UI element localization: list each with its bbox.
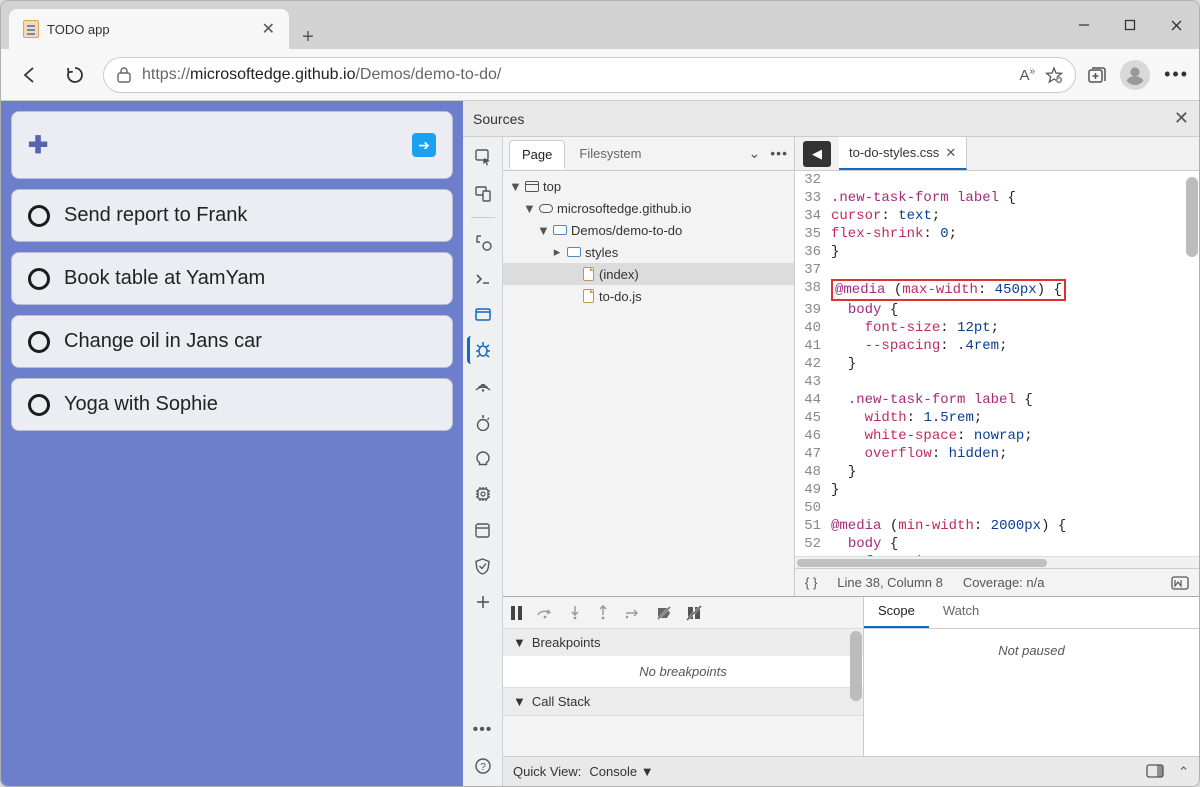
- plus-icon: ✚: [28, 131, 48, 160]
- editor-scrollbar-h[interactable]: [795, 556, 1199, 568]
- editor-scrollbar[interactable]: [1186, 177, 1198, 257]
- debug-toolbar: [503, 597, 863, 629]
- security-icon[interactable]: [469, 552, 497, 580]
- task-item[interactable]: Yoga with Sophie: [11, 378, 453, 431]
- dock-side-icon[interactable]: [1146, 764, 1164, 780]
- new-task-card[interactable]: ✚ ➔: [11, 111, 453, 179]
- tree-row-js[interactable]: to-do.js: [503, 285, 794, 307]
- window-minimize-button[interactable]: [1061, 1, 1107, 49]
- debugger-panel: ▼Breakpoints No breakpoints ▼Call Stack: [503, 597, 864, 756]
- callstack-section-header[interactable]: ▼Call Stack: [503, 688, 863, 715]
- submit-task-button[interactable]: ➔: [412, 133, 436, 157]
- device-emulation-icon[interactable]: [469, 179, 497, 207]
- read-aloud-icon[interactable]: A»: [1020, 66, 1036, 84]
- quick-view-selector[interactable]: Console ▼: [589, 764, 653, 779]
- devtools-header: Sources ✕: [463, 101, 1199, 137]
- tree-row-path[interactable]: ▼Demos/demo-to-do: [503, 219, 794, 241]
- browser-toolbar: https://microsoftedge.github.io/Demos/de…: [1, 49, 1199, 101]
- navigator-tab-filesystem[interactable]: Filesystem: [567, 140, 653, 167]
- url-text: https://microsoftedge.github.io/Demos/de…: [142, 66, 1010, 84]
- source-editor: ◀ to-do-styles.css✕ 32 33.new-task-form …: [795, 137, 1199, 596]
- favorite-icon[interactable]: [1045, 66, 1063, 84]
- pause-on-exceptions-icon[interactable]: [686, 605, 702, 621]
- task-item[interactable]: Send report to Frank: [11, 189, 453, 242]
- task-item[interactable]: Book table at YamYam: [11, 252, 453, 305]
- pause-icon[interactable]: [511, 606, 522, 620]
- tree-row-domain[interactable]: ▼microsoftedge.github.io: [503, 197, 794, 219]
- quick-view-bar: Quick View: Console ▼ ⌃: [503, 756, 1199, 786]
- sources-icon[interactable]: [469, 300, 497, 328]
- breakpoints-section-header[interactable]: ▼Breakpoints: [503, 629, 863, 656]
- devtools-activity-bar: ••• ?: [463, 137, 503, 786]
- devtools-close-icon[interactable]: ✕: [1174, 108, 1189, 129]
- application-icon[interactable]: [469, 516, 497, 544]
- deactivate-breakpoints-icon[interactable]: [656, 605, 672, 621]
- watch-tab[interactable]: Watch: [929, 597, 993, 628]
- performance-insights-icon[interactable]: [469, 444, 497, 472]
- tab-title: TODO app: [47, 22, 254, 37]
- checkbox-icon[interactable]: [28, 394, 50, 416]
- inspect-icon[interactable]: [469, 143, 497, 171]
- expand-drawer-icon[interactable]: ⌃: [1178, 764, 1189, 780]
- chevron-down-icon[interactable]: ⌄: [749, 145, 761, 162]
- page-content: ✚ ➔ Send report to Frank Book table at Y…: [1, 101, 463, 786]
- scope-not-paused: Not paused: [864, 629, 1199, 756]
- refresh-button[interactable]: [57, 57, 93, 93]
- performance-icon[interactable]: [469, 408, 497, 436]
- scope-tab[interactable]: Scope: [864, 597, 929, 628]
- rail-overflow-icon[interactable]: •••: [469, 716, 497, 744]
- memory-icon[interactable]: [469, 480, 497, 508]
- debugger-icon[interactable]: [467, 336, 495, 364]
- editor-back-button[interactable]: ◀: [803, 141, 831, 167]
- code-editor[interactable]: 32 33.new-task-form label {34cursor: tex…: [795, 171, 1199, 556]
- elements-icon[interactable]: [469, 228, 497, 256]
- help-icon[interactable]: ?: [469, 752, 497, 780]
- browser-tab[interactable]: TODO app ✕: [9, 9, 289, 49]
- console-icon[interactable]: [469, 264, 497, 292]
- tree-row-styles[interactable]: ▸styles: [503, 241, 794, 263]
- collections-icon[interactable]: [1086, 65, 1106, 85]
- menu-icon[interactable]: •••: [1164, 64, 1189, 85]
- checkbox-icon[interactable]: [28, 268, 50, 290]
- close-file-icon[interactable]: ✕: [945, 145, 956, 161]
- tab-favicon: [23, 20, 39, 38]
- address-bar[interactable]: https://microsoftedge.github.io/Demos/de…: [103, 57, 1076, 93]
- quick-view-label: Quick View:: [513, 764, 581, 779]
- window-close-button[interactable]: [1153, 1, 1199, 49]
- window-controls: [1061, 1, 1199, 49]
- navigator-more-icon[interactable]: •••: [770, 145, 788, 162]
- devtools-panel: Sources ✕: [463, 101, 1199, 786]
- step-icon[interactable]: [624, 606, 642, 620]
- task-item[interactable]: Change oil in Jans car: [11, 315, 453, 368]
- breakpoints-empty: No breakpoints: [503, 656, 863, 687]
- devtools-panel-title: Sources: [473, 111, 1174, 127]
- more-tools-icon[interactable]: [469, 588, 497, 616]
- tree-row-index[interactable]: (index): [503, 263, 794, 285]
- step-over-icon[interactable]: [536, 606, 554, 620]
- editor-statusline: { } Line 38, Column 8 Coverage: n/a: [795, 568, 1199, 596]
- checkbox-icon[interactable]: [28, 205, 50, 227]
- step-out-icon[interactable]: [596, 605, 610, 621]
- window-maximize-button[interactable]: [1107, 1, 1153, 49]
- sources-navigator: Page Filesystem ⌄ ••• ▼top ▼microsoftedge…: [503, 137, 795, 596]
- tree-row-top[interactable]: ▼top: [503, 175, 794, 197]
- navigator-tab-page[interactable]: Page: [509, 140, 565, 169]
- pretty-print-icon[interactable]: { }: [805, 575, 817, 590]
- browser-titlebar: TODO app ✕ +: [1, 1, 1199, 49]
- profile-avatar[interactable]: [1120, 60, 1150, 90]
- svg-text:?: ?: [480, 762, 486, 773]
- checkbox-icon[interactable]: [28, 331, 50, 353]
- source-map-icon[interactable]: [1171, 576, 1189, 590]
- step-into-icon[interactable]: [568, 605, 582, 621]
- site-identity-icon[interactable]: [116, 66, 132, 84]
- back-button[interactable]: [11, 57, 47, 93]
- debug-scrollbar[interactable]: [850, 631, 862, 701]
- cursor-position: Line 38, Column 8: [837, 575, 943, 590]
- new-tab-button[interactable]: +: [289, 26, 327, 49]
- editor-file-tab[interactable]: to-do-styles.css✕: [839, 137, 967, 170]
- close-tab-icon[interactable]: ✕: [262, 19, 275, 39]
- network-icon[interactable]: [469, 372, 497, 400]
- coverage-status: Coverage: n/a: [963, 575, 1045, 590]
- scope-panel: Scope Watch Not paused: [864, 597, 1199, 756]
